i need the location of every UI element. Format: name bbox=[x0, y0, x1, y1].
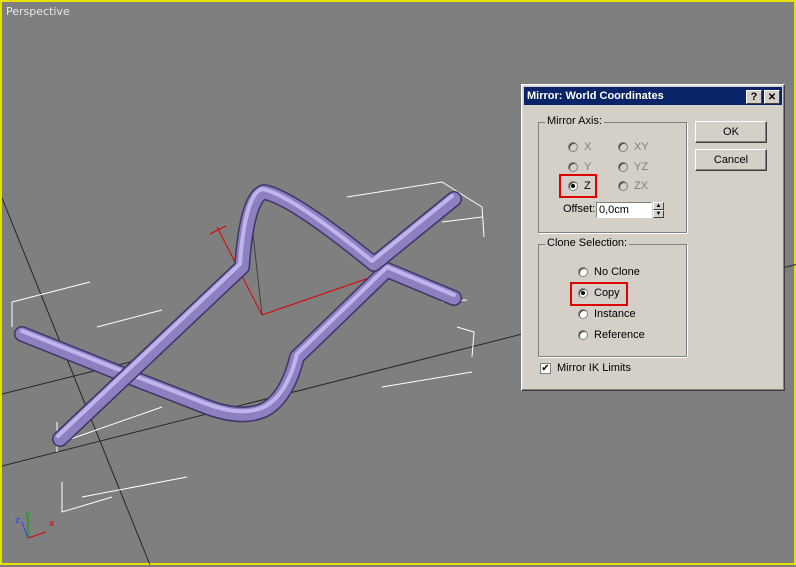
reference-radio[interactable]: Reference bbox=[578, 328, 645, 342]
axis-zx-radio[interactable]: ZX bbox=[618, 179, 648, 193]
dialog-title-bar[interactable]: Mirror: World Coordinates ? ✕ bbox=[524, 87, 782, 105]
axis-x-label: x bbox=[49, 519, 55, 529]
mirror-axis-label: Mirror Axis: bbox=[545, 115, 604, 127]
radio-circle bbox=[578, 330, 588, 340]
viewport-label[interactable]: Perspective bbox=[6, 5, 70, 18]
radio-circle bbox=[618, 162, 628, 172]
mirror-ik-checkbox[interactable]: ✔ bbox=[540, 363, 551, 374]
radio-circle bbox=[568, 142, 578, 152]
axis-yz-radio[interactable]: YZ bbox=[618, 160, 648, 174]
axis-xy-radio[interactable]: XY bbox=[618, 140, 649, 154]
radio-circle bbox=[618, 142, 628, 152]
instance-radio[interactable]: Instance bbox=[578, 307, 636, 321]
no-clone-radio[interactable]: No Clone bbox=[578, 265, 640, 279]
axis-y-label: y bbox=[25, 510, 31, 520]
ok-button[interactable]: OK bbox=[695, 121, 767, 143]
mirror-ik-label: Mirror IK Limits bbox=[557, 362, 631, 374]
dialog-title: Mirror: World Coordinates bbox=[527, 90, 664, 102]
offset-input[interactable]: 0,0cm bbox=[596, 202, 652, 218]
close-button[interactable]: ✕ bbox=[764, 90, 780, 104]
offset-spinner-up[interactable]: ▲ bbox=[653, 202, 664, 210]
radio-circle bbox=[568, 162, 578, 172]
clone-selection-label: Clone Selection: bbox=[545, 237, 630, 249]
help-button[interactable]: ? bbox=[746, 90, 762, 104]
offset-spinner-down[interactable]: ▼ bbox=[653, 210, 664, 218]
radio-circle bbox=[578, 309, 588, 319]
clone-selection-group: Clone Selection: No Clone Copy Instance … bbox=[538, 237, 687, 357]
axis-z-label: z bbox=[15, 516, 20, 526]
offset-label: Offset: bbox=[563, 203, 596, 215]
axis-tripod bbox=[21, 518, 47, 539]
mirror-dialog: Mirror: World Coordinates ? ✕ Mirror Axi… bbox=[521, 84, 785, 391]
axis-x-radio[interactable]: X bbox=[568, 140, 591, 154]
radio-circle bbox=[618, 181, 628, 191]
z-highlight-box bbox=[559, 174, 597, 198]
radio-circle bbox=[578, 267, 588, 277]
axis-y-radio[interactable]: Y bbox=[568, 160, 591, 174]
cancel-button[interactable]: Cancel bbox=[695, 149, 767, 171]
copy-highlight-box bbox=[570, 282, 628, 306]
pipe-object[interactable] bbox=[14, 184, 462, 447]
